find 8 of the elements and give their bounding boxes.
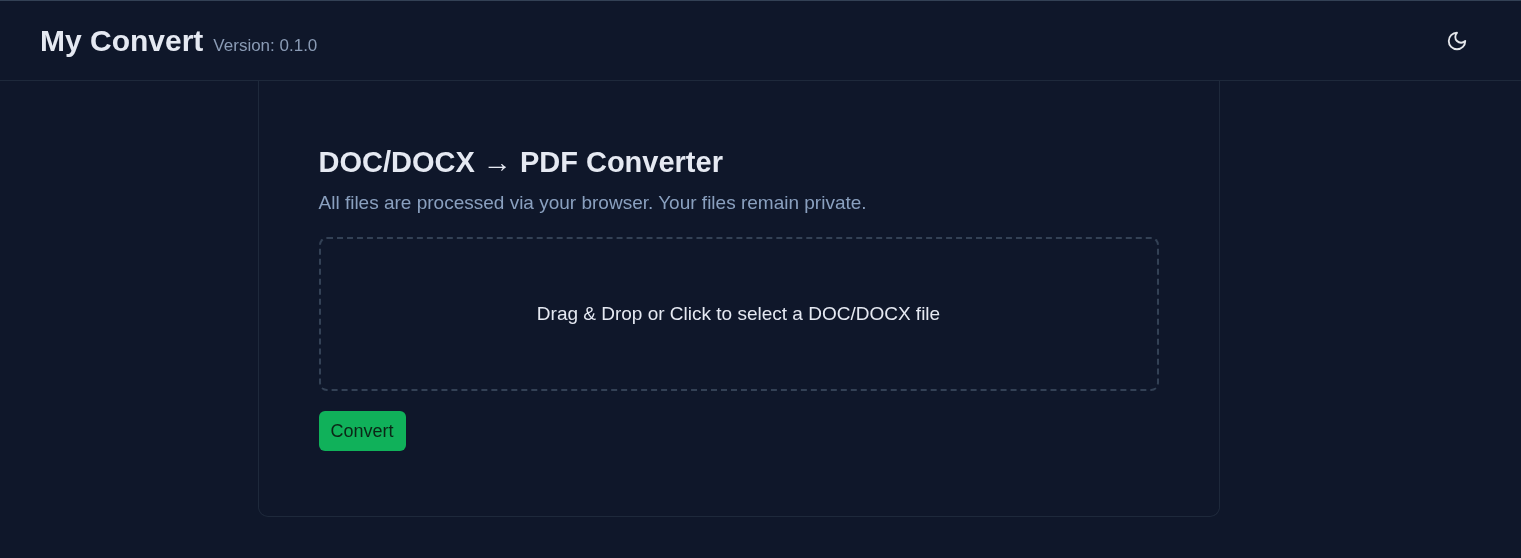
- file-dropzone[interactable]: Drag & Drop or Click to select a DOC/DOCX file: [318, 237, 1159, 391]
- privacy-note: All files are processed via your browser. Your files remain private.: [318, 191, 868, 215]
- convert-button[interactable]: Convert: [318, 411, 406, 451]
- version-label: Version: 0.1.0: [213, 35, 318, 56]
- converter-title: DOC/DOCX → PDF Converter: [318, 145, 724, 179]
- dropzone-hint: Drag & Drop or Click to select a DOC/DOCX file: [536, 303, 941, 325]
- app-title: My Convert: [40, 23, 204, 58]
- moon-icon[interactable]: [1446, 29, 1468, 52]
